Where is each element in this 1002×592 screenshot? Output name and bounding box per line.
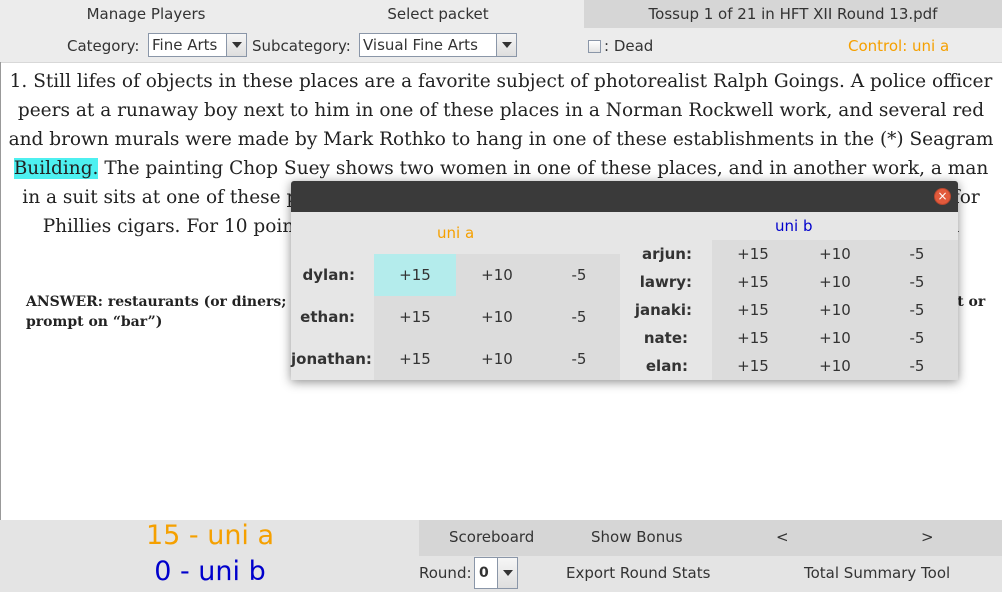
nate-plus10-button[interactable]: +10 (794, 324, 876, 352)
chevron-down-icon[interactable] (497, 558, 517, 588)
team-a-header (374, 212, 620, 254)
subcategory-label: Subcategory: (252, 37, 351, 55)
jonathan-minus5-button[interactable]: -5 (538, 338, 620, 380)
player-name: dylan: (302, 266, 355, 284)
nate-plus15-button[interactable]: +15 (712, 324, 794, 352)
player-name: lawry: (639, 273, 692, 291)
lawry-minus5-button[interactable]: -5 (876, 268, 958, 296)
total-summary-tool-button[interactable]: Total Summary Tool (804, 564, 950, 582)
elan-plus10-button[interactable]: +10 (794, 352, 876, 380)
dialog-titlebar[interactable] (291, 181, 958, 212)
buzz-highlight: Building. (13, 158, 99, 179)
round-label: Round: (419, 564, 472, 582)
question-text-start: 1. Still lifes of objects in these place… (8, 71, 994, 150)
tab-select-packet[interactable]: Select packet (292, 0, 584, 28)
jonathan-plus10-button[interactable]: +10 (456, 338, 538, 380)
show-bonus-button[interactable]: Show Bonus (591, 528, 683, 546)
arjun-minus5-button[interactable]: -5 (876, 240, 958, 268)
player-name: jonathan: (291, 350, 372, 368)
control-status: Control: uni a (848, 37, 950, 55)
arjun-plus10-button[interactable]: +10 (794, 240, 876, 268)
janaki-minus5-button[interactable]: -5 (876, 296, 958, 324)
category-select[interactable]: Fine Arts (148, 33, 247, 57)
player-name: nate: (643, 329, 688, 347)
dead-label: : Dead (604, 37, 654, 55)
round-value: 0 (479, 565, 489, 581)
player-name: janaki: (634, 301, 692, 319)
category-value: Fine Arts (152, 36, 218, 54)
arjun-plus15-button[interactable]: +15 (712, 240, 794, 268)
player-name: ethan: (300, 308, 355, 326)
lawry-plus10-button[interactable]: +10 (794, 268, 876, 296)
dead-checkbox[interactable] (588, 40, 601, 53)
divider (0, 62, 1, 520)
dylan-plus15-button[interactable]: +15 (374, 254, 456, 296)
nate-minus5-button[interactable]: -5 (876, 324, 958, 352)
ethan-plus10-button[interactable]: +10 (456, 296, 538, 338)
elan-minus5-button[interactable]: -5 (876, 352, 958, 380)
team-b-name: uni b (775, 217, 813, 235)
chevron-down-icon[interactable] (496, 34, 516, 56)
janaki-plus15-button[interactable]: +15 (712, 296, 794, 324)
jonathan-plus15-button[interactable]: +15 (374, 338, 456, 380)
score-team-a: 15 - uni a (145, 520, 275, 551)
lawry-plus15-button[interactable]: +15 (712, 268, 794, 296)
tab-tossup-info[interactable]: Tossup 1 of 21 in HFT XII Round 13.pdf (584, 0, 1002, 28)
player-name: elan: (645, 357, 688, 375)
score-team-b: 0 - uni b (154, 556, 266, 587)
ethan-minus5-button[interactable]: -5 (538, 296, 620, 338)
scoreboard-button[interactable]: Scoreboard (449, 528, 534, 546)
dylan-minus5-button[interactable]: -5 (538, 254, 620, 296)
dylan-plus10-button[interactable]: +10 (456, 254, 538, 296)
team-a-name: uni a (437, 224, 475, 242)
previous-button[interactable]: < (776, 528, 789, 546)
export-round-stats-button[interactable]: Export Round Stats (566, 564, 710, 582)
round-select[interactable]: 0 (474, 557, 518, 589)
next-button[interactable]: > (921, 528, 934, 546)
subcategory-select[interactable]: Visual Fine Arts (359, 33, 517, 57)
category-label: Category: (67, 37, 140, 55)
close-icon[interactable]: × (934, 188, 951, 205)
tab-manage-players[interactable]: Manage Players (0, 0, 292, 28)
top-tab-bar: Manage Players Select packet Tossup 1 of… (0, 0, 1002, 28)
chevron-down-icon[interactable] (226, 34, 246, 56)
ethan-plus15-button[interactable]: +15 (374, 296, 456, 338)
subcategory-value: Visual Fine Arts (363, 36, 478, 54)
elan-plus15-button[interactable]: +15 (712, 352, 794, 380)
player-name: arjun: (641, 245, 692, 263)
janaki-plus10-button[interactable]: +10 (794, 296, 876, 324)
